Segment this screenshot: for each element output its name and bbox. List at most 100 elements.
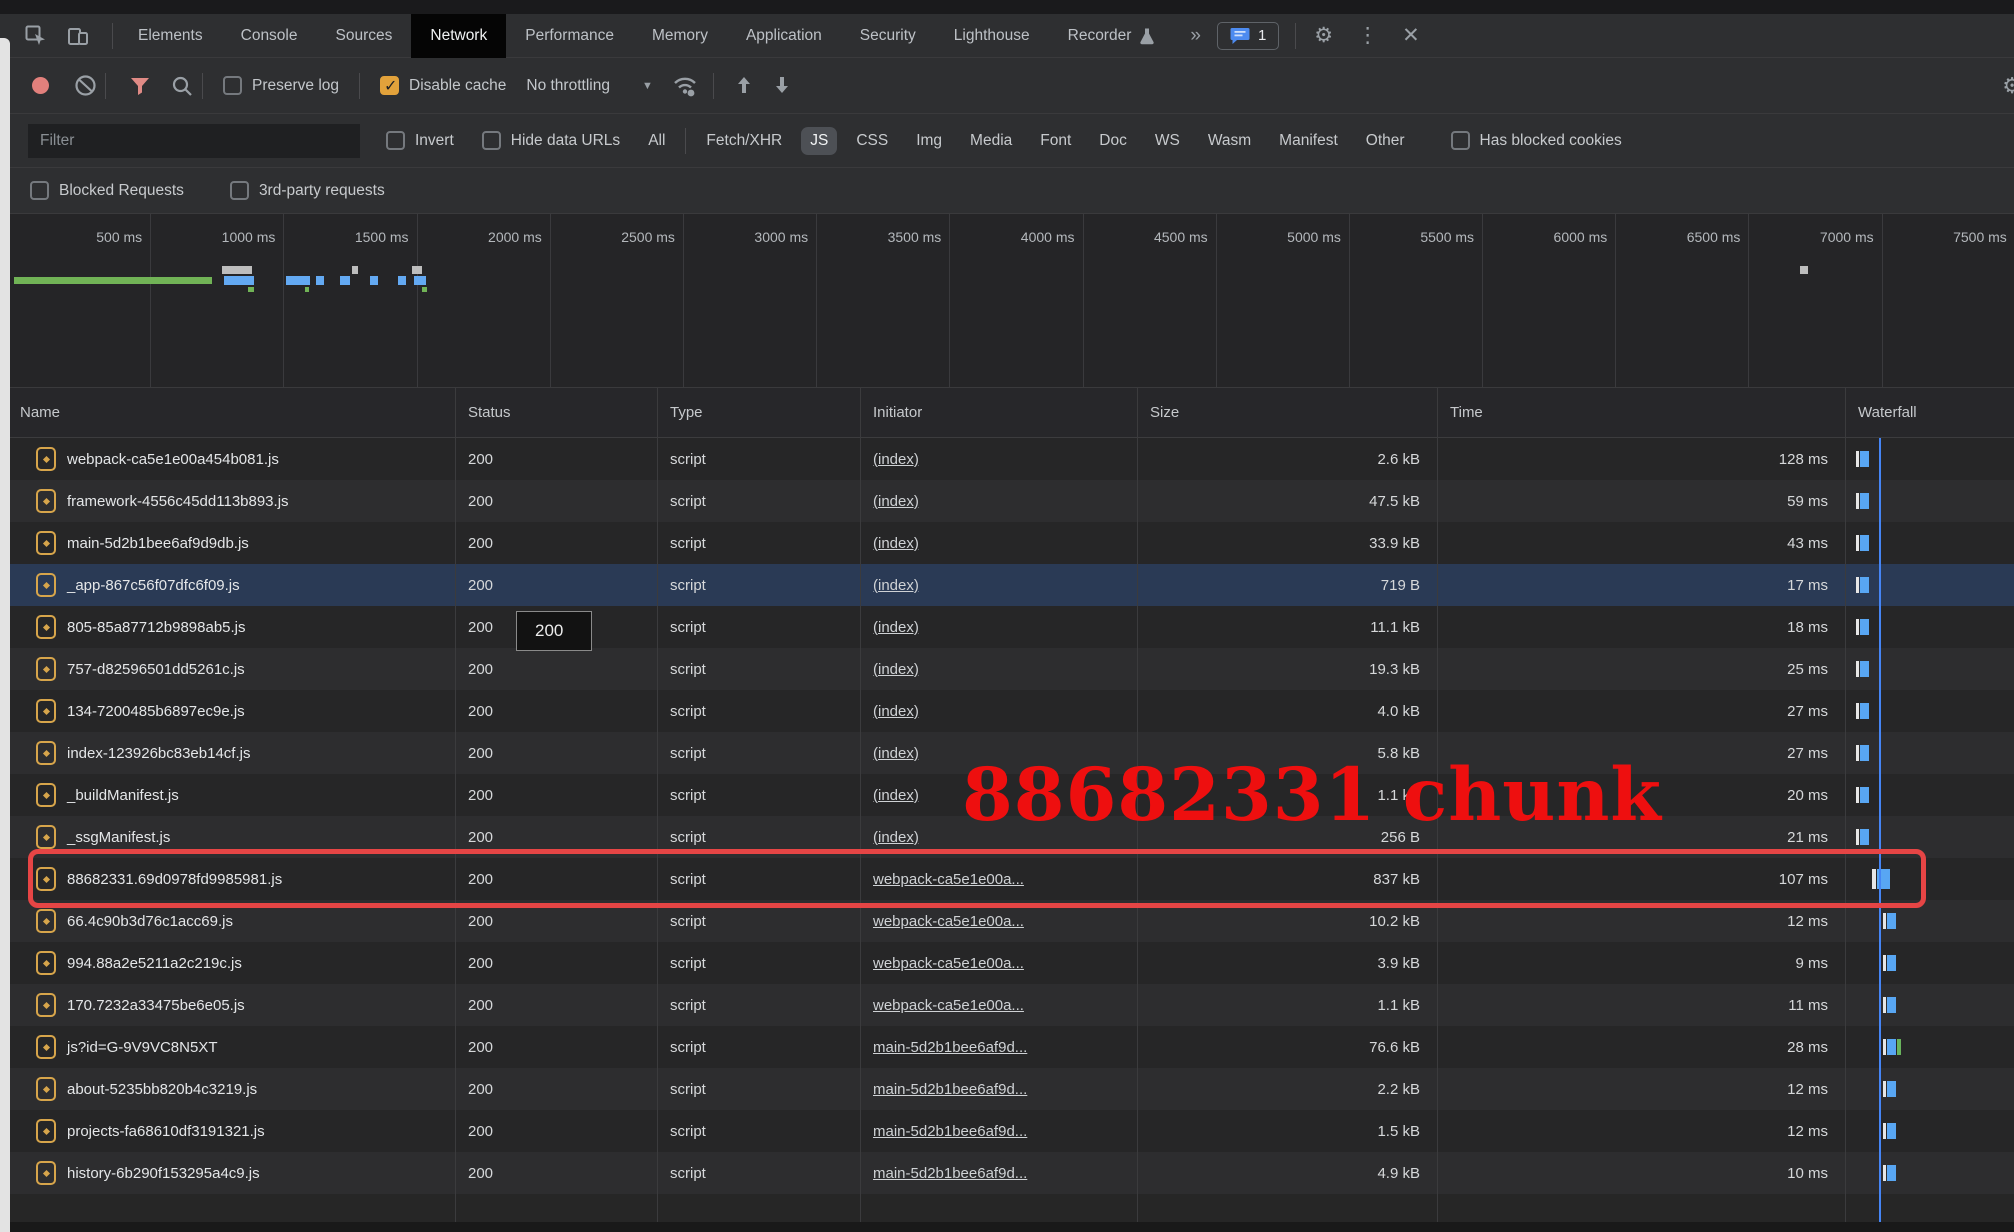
column-header-size[interactable]: Size: [1137, 404, 1437, 421]
request-initiator-link[interactable]: (index): [873, 451, 919, 468]
disable-cache-toggle[interactable]: Disable cache: [380, 76, 506, 95]
has-blocked-cookies-toggle[interactable]: Has blocked cookies: [1451, 131, 1622, 150]
column-header-status[interactable]: Status: [455, 404, 657, 421]
filter-chip-ws[interactable]: WS: [1146, 127, 1189, 155]
request-initiator-link[interactable]: (index): [873, 493, 919, 510]
blocked-requests-toggle[interactable]: Blocked Requests: [30, 181, 184, 200]
request-initiator-link[interactable]: (index): [873, 703, 919, 720]
table-row-main-5d2b1bee6af9d9db-js[interactable]: main-5d2b1bee6af9d9db.js 200 script (ind…: [0, 522, 2014, 564]
filter-chip-media[interactable]: Media: [961, 127, 1021, 155]
column-header-name[interactable]: Name: [0, 404, 455, 421]
tab-sources[interactable]: Sources: [317, 14, 412, 58]
table-row-about-5235bb820b4c3219-js[interactable]: about-5235bb820b4c3219.js 200 script mai…: [0, 1068, 2014, 1110]
tab-memory[interactable]: Memory: [633, 14, 727, 58]
table-row-805-85a87712b9898ab5-js[interactable]: 805-85a87712b9898ab5.js 200 script (inde…: [0, 606, 2014, 648]
filter-chip-fetch-xhr[interactable]: Fetch/XHR: [697, 127, 791, 155]
table-row-webpack-ca5e1e00a454b081-js[interactable]: webpack-ca5e1e00a454b081.js 200 script (…: [0, 438, 2014, 480]
column-header-time[interactable]: Time: [1437, 404, 1845, 421]
blocked-requests-checkbox[interactable]: [30, 181, 49, 200]
table-row-757-d82596501dd5261c-js[interactable]: 757-d82596501dd5261c.js 200 script (inde…: [0, 648, 2014, 690]
inspect-element-icon[interactable]: [22, 22, 50, 50]
filter-chip-manifest[interactable]: Manifest: [1270, 127, 1347, 155]
clear-network-log-icon[interactable]: [71, 72, 99, 100]
table-row-framework-4556c45dd113b893-js[interactable]: framework-4556c45dd113b893.js 200 script…: [0, 480, 2014, 522]
column-divider[interactable]: [1845, 388, 1846, 1222]
table-row-134-7200485b6897ec9e-js[interactable]: 134-7200485b6897ec9e.js 200 script (inde…: [0, 690, 2014, 732]
has-blocked-cookies-checkbox[interactable]: [1451, 131, 1470, 150]
request-type: script: [657, 1110, 860, 1152]
tab-elements[interactable]: Elements: [119, 14, 222, 58]
tab-recorder[interactable]: Recorder: [1049, 14, 1175, 58]
request-initiator-link[interactable]: webpack-ca5e1e00a...: [873, 997, 1024, 1014]
filter-chip-css[interactable]: CSS: [847, 127, 897, 155]
device-toolbar-icon[interactable]: [64, 22, 92, 50]
table-row-js-id-g-9v9vc8n5xt[interactable]: js?id=G-9V9VC8N5XT 200 script main-5d2b1…: [0, 1026, 2014, 1068]
request-initiator-link[interactable]: main-5d2b1bee6af9d...: [873, 1165, 1027, 1182]
filter-chip-other[interactable]: Other: [1357, 127, 1414, 155]
export-har-icon[interactable]: [768, 72, 796, 100]
tab-console[interactable]: Console: [222, 14, 317, 58]
invert-toggle[interactable]: Invert: [386, 131, 454, 150]
filter-funnel-icon[interactable]: [126, 72, 154, 100]
preserve-log-toggle[interactable]: Preserve log: [223, 76, 339, 95]
request-initiator-link[interactable]: webpack-ca5e1e00a...: [873, 913, 1024, 930]
column-divider[interactable]: [860, 388, 861, 1222]
request-initiator-link[interactable]: main-5d2b1bee6af9d...: [873, 1039, 1027, 1056]
hide-data-urls-toggle[interactable]: Hide data URLs: [482, 131, 620, 150]
request-initiator-link[interactable]: (index): [873, 829, 919, 846]
column-header-initiator[interactable]: Initiator: [860, 404, 1137, 421]
column-divider[interactable]: [455, 388, 456, 1222]
network-conditions-icon[interactable]: [671, 72, 699, 100]
filter-chip-all[interactable]: All: [639, 127, 674, 155]
import-har-icon[interactable]: [730, 72, 758, 100]
request-initiator-link[interactable]: (index): [873, 745, 919, 762]
column-divider[interactable]: [657, 388, 658, 1222]
filter-input[interactable]: [28, 124, 360, 158]
filter-chip-js[interactable]: JS: [801, 127, 837, 155]
tab-application[interactable]: Application: [727, 14, 841, 58]
request-initiator-link[interactable]: (index): [873, 619, 919, 636]
filter-chip-wasm[interactable]: Wasm: [1199, 127, 1260, 155]
table-row-app-867c56f07dfc6f09-js[interactable]: _app-867c56f07dfc6f09.js 200 script (ind…: [0, 564, 2014, 606]
more-tabs-icon[interactable]: »: [1174, 25, 1217, 47]
request-initiator-link[interactable]: webpack-ca5e1e00a...: [873, 955, 1024, 972]
table-row-994-88a2e5211a2c219c-js[interactable]: 994.88a2e5211a2c219c.js 200 script webpa…: [0, 942, 2014, 984]
column-header-type[interactable]: Type: [657, 404, 860, 421]
throttling-select[interactable]: No throttling ▼: [526, 77, 652, 95]
request-initiator-link[interactable]: (index): [873, 787, 919, 804]
table-row-history-6b290f153295a4c9-js[interactable]: history-6b290f153295a4c9.js 200 script m…: [0, 1152, 2014, 1194]
request-initiator-link[interactable]: (index): [873, 661, 919, 678]
close-devtools-icon[interactable]: ✕: [1390, 23, 1420, 48]
table-row-170-7232a33475be6e05-js[interactable]: 170.7232a33475be6e05.js 200 script webpa…: [0, 984, 2014, 1026]
third-party-toggle[interactable]: 3rd-party requests: [230, 181, 385, 200]
network-overview-timeline[interactable]: 500 ms1000 ms1500 ms2000 ms2500 ms3000 m…: [0, 214, 2014, 388]
request-initiator-link[interactable]: main-5d2b1bee6af9d...: [873, 1123, 1027, 1140]
hide-data-urls-checkbox[interactable]: [482, 131, 501, 150]
timeline-tick: 4000 ms: [950, 214, 1083, 388]
tab-performance[interactable]: Performance: [506, 14, 633, 58]
filter-chip-doc[interactable]: Doc: [1090, 127, 1136, 155]
timeline-tick: 500 ms: [18, 214, 151, 388]
request-initiator-link[interactable]: (index): [873, 577, 919, 594]
invert-checkbox[interactable]: [386, 131, 405, 150]
table-row-projects-fa68610df3191321-js[interactable]: projects-fa68610df3191321.js 200 script …: [0, 1110, 2014, 1152]
issues-button[interactable]: 1: [1217, 22, 1279, 50]
request-initiator-link[interactable]: main-5d2b1bee6af9d...: [873, 1081, 1027, 1098]
settings-gear-icon[interactable]: ⚙: [1302, 23, 1345, 48]
filter-chip-img[interactable]: Img: [907, 127, 951, 155]
preserve-log-checkbox[interactable]: [223, 76, 242, 95]
search-icon[interactable]: [168, 72, 196, 100]
kebab-menu-icon[interactable]: ⋮: [1345, 23, 1390, 48]
third-party-checkbox[interactable]: [230, 181, 249, 200]
request-initiator-link[interactable]: (index): [873, 535, 919, 552]
column-header-waterfall[interactable]: Waterfall: [1845, 404, 2014, 421]
timeline-tick-label: 2500 ms: [621, 229, 675, 245]
record-network-log-button[interactable]: [32, 77, 49, 94]
tab-security[interactable]: Security: [841, 14, 935, 58]
tab-network[interactable]: Network: [411, 14, 506, 58]
tab-lighthouse[interactable]: Lighthouse: [935, 14, 1049, 58]
network-settings-gear-icon[interactable]: ⚙: [2002, 73, 2014, 99]
disable-cache-checkbox[interactable]: [380, 76, 399, 95]
table-header-row[interactable]: NameStatusTypeInitiatorSizeTimeWaterfall: [0, 388, 2014, 438]
filter-chip-font[interactable]: Font: [1031, 127, 1080, 155]
